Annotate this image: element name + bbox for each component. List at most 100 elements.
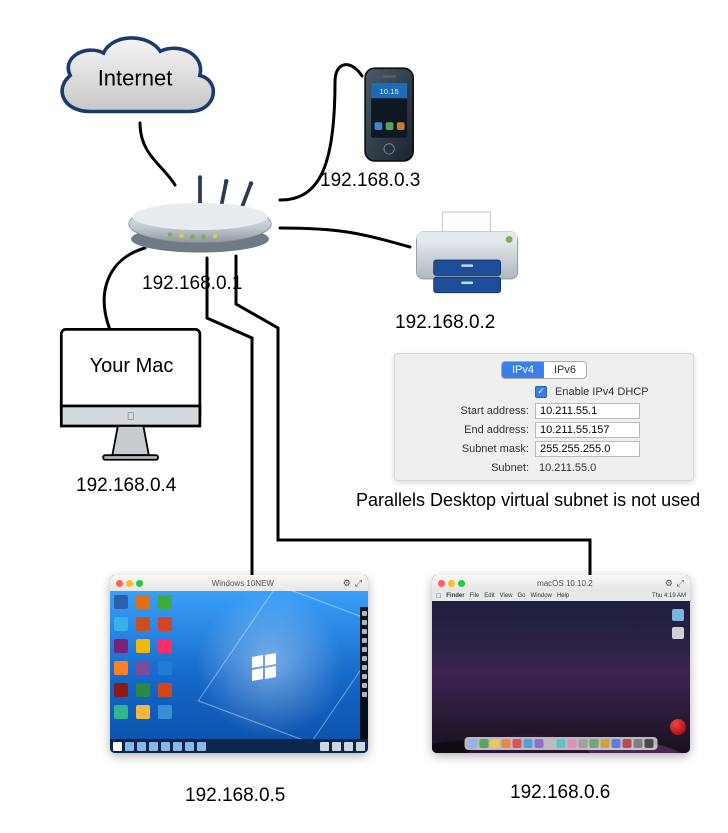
menu-item[interactable]: Edit [484, 593, 494, 599]
enable-dhcp-label: Enable IPv4 DHCP [551, 386, 649, 398]
macos-menubar[interactable]:  Finder File Edit View Go Window Help Thu 4:19… [432, 591, 690, 601]
dock-app-icon[interactable] [612, 739, 621, 748]
dock-app-icon[interactable] [579, 739, 588, 748]
install-icon[interactable] [670, 719, 686, 735]
vm-window-windows[interactable]: Windows 10NEW ⚙ ⤢ [110, 575, 368, 753]
taskbar-app-icon[interactable] [125, 742, 134, 751]
ip-version-tabs[interactable]: IPv4 IPv6 [501, 361, 587, 379]
dock-app-icon[interactable] [645, 739, 654, 748]
zoom-icon[interactable] [458, 580, 465, 587]
expand-icon[interactable]: ⤢ [677, 578, 684, 589]
dock-app-icon[interactable] [634, 739, 643, 748]
desktop-app-icon[interactable] [136, 595, 150, 609]
panel-caption: Parallels Desktop virtual subnet is not … [356, 490, 700, 511]
dock-app-icon[interactable] [513, 739, 522, 748]
side-panel-icon[interactable] [362, 656, 367, 661]
menubar-clock: Thu 4:19 AM [652, 593, 686, 599]
dock-app-icon[interactable] [502, 739, 511, 748]
your-mac-label: Your Mac [90, 355, 174, 378]
desktop-app-icon[interactable] [114, 617, 128, 631]
desktop-app-icon[interactable] [114, 705, 128, 719]
desktop-app-icon[interactable] [158, 705, 172, 719]
dock-app-icon[interactable] [590, 739, 599, 748]
subnet-mask-input[interactable] [535, 441, 640, 457]
desktop-item-icon[interactable] [672, 627, 684, 639]
minimize-icon[interactable] [126, 580, 133, 587]
dock-app-icon[interactable] [557, 739, 566, 748]
vm-window-macos[interactable]: macOS 10.10.2 ⚙ ⤢  Finder File Edit View Go… [432, 575, 690, 753]
gear-icon[interactable]: ⚙ [343, 578, 351, 589]
dock-app-icon[interactable] [623, 739, 632, 748]
desktop-app-icon[interactable] [114, 661, 128, 675]
side-panel-icon[interactable] [362, 647, 367, 652]
desktop-app-icon[interactable] [158, 661, 172, 675]
start-button-icon[interactable] [113, 742, 122, 751]
desktop-item-icon[interactable] [672, 609, 684, 621]
start-address-input[interactable] [535, 403, 640, 419]
menu-item[interactable]: Window [531, 593, 552, 599]
apple-menu-icon[interactable]:  [436, 593, 441, 600]
ipv4-tab[interactable]: IPv4 [502, 362, 544, 378]
taskbar-app-icon[interactable] [149, 742, 158, 751]
taskbar-app-icon[interactable] [137, 742, 146, 751]
desktop-app-icon[interactable] [114, 639, 128, 653]
menu-item[interactable]: Finder [446, 593, 464, 599]
minimize-icon[interactable] [448, 580, 455, 587]
dock-app-icon[interactable] [568, 739, 577, 748]
windows-taskbar[interactable] [110, 739, 368, 753]
zoom-icon[interactable] [136, 580, 143, 587]
desktop-app-icon[interactable] [158, 595, 172, 609]
dock-app-icon[interactable] [546, 739, 555, 748]
end-address-input[interactable] [535, 422, 640, 438]
vm-win-ip-label: 192.168.0.5 [185, 785, 285, 807]
macos-dock[interactable] [465, 737, 658, 750]
desktop-app-icon[interactable] [114, 683, 128, 697]
dock-app-icon[interactable] [601, 739, 610, 748]
tray-icon[interactable] [344, 742, 353, 751]
enable-dhcp-checkbox[interactable]: ✓ [535, 386, 547, 398]
gear-icon[interactable]: ⚙ [665, 578, 673, 589]
expand-icon[interactable]: ⤢ [355, 578, 362, 589]
menu-item[interactable]: Help [557, 593, 569, 599]
side-panel-icon[interactable] [362, 611, 367, 616]
tray-icon[interactable] [320, 742, 329, 751]
side-panel-icon[interactable] [362, 665, 367, 670]
printer-device [408, 210, 528, 305]
taskbar-app-icon[interactable] [197, 742, 206, 751]
menu-item[interactable]: File [470, 593, 480, 599]
side-panel-icon[interactable] [362, 629, 367, 634]
desktop-app-icon[interactable] [136, 617, 150, 631]
tray-icon[interactable] [356, 742, 365, 751]
ipv6-tab[interactable]: IPv6 [544, 362, 586, 378]
desktop-app-icon[interactable] [136, 661, 150, 675]
desktop-app-icon[interactable] [136, 705, 150, 719]
close-icon[interactable] [116, 580, 123, 587]
side-panel-icon[interactable] [362, 692, 367, 697]
taskbar-app-icon[interactable] [173, 742, 182, 751]
dock-app-icon[interactable] [524, 739, 533, 748]
side-panel-icon[interactable] [362, 620, 367, 625]
side-panel-icon[interactable] [362, 683, 367, 688]
dock-app-icon[interactable] [469, 739, 478, 748]
tray-icon[interactable] [332, 742, 341, 751]
menu-item[interactable]: Go [518, 593, 526, 599]
taskbar-app-icon[interactable] [185, 742, 194, 751]
mac-ip-label: 192.168.0.4 [76, 475, 176, 497]
vm-titlebar[interactable]: macOS 10.10.2 ⚙ ⤢ [432, 575, 690, 591]
menu-item[interactable]: View [500, 593, 513, 599]
side-panel-icon[interactable] [362, 638, 367, 643]
desktop-app-icon[interactable] [114, 595, 128, 609]
desktop-app-icon[interactable] [158, 617, 172, 631]
side-panel-icon[interactable] [362, 674, 367, 679]
dock-app-icon[interactable] [535, 739, 544, 748]
dock-app-icon[interactable] [480, 739, 489, 748]
dock-app-icon[interactable] [491, 739, 500, 748]
desktop-app-icon[interactable] [136, 639, 150, 653]
desktop-app-icon[interactable] [158, 683, 172, 697]
taskbar-app-icon[interactable] [161, 742, 170, 751]
desktop-app-icon[interactable] [158, 639, 172, 653]
desktop-icons [114, 595, 174, 721]
desktop-app-icon[interactable] [136, 683, 150, 697]
vm-titlebar[interactable]: Windows 10NEW ⚙ ⤢ [110, 575, 368, 591]
close-icon[interactable] [438, 580, 445, 587]
